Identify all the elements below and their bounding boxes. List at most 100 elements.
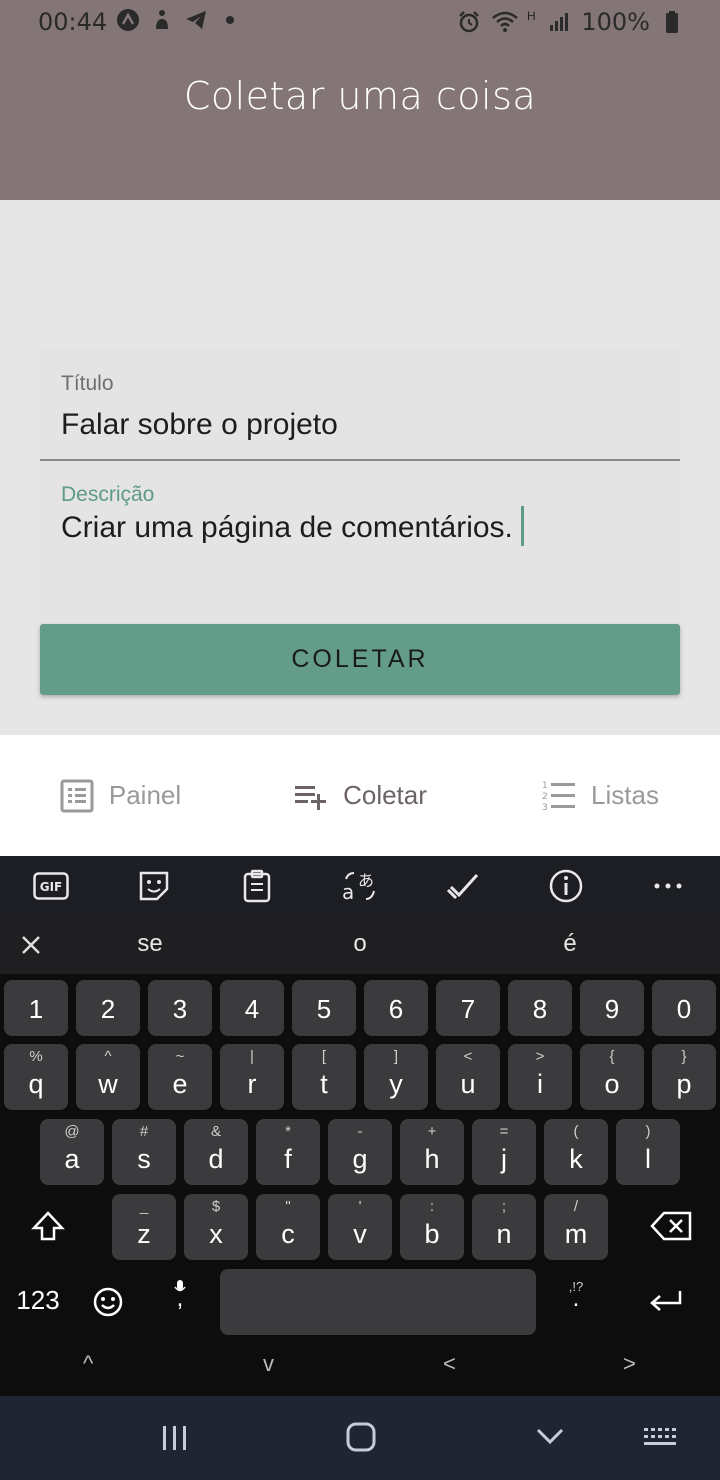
keyboard-switch-icon[interactable] <box>640 1418 684 1458</box>
key-o[interactable]: {o <box>580 1044 644 1110</box>
key-3[interactable]: 3 <box>148 980 212 1036</box>
emoji-key[interactable] <box>76 1269 140 1335</box>
key-0-label: 0 <box>676 994 692 1024</box>
description-field-value[interactable]: Criar uma página de comentários. <box>61 506 524 549</box>
key-7[interactable]: 7 <box>436 980 500 1036</box>
space-key[interactable] <box>220 1269 536 1335</box>
cursor-right-key[interactable]: > <box>623 1351 636 1377</box>
key-9[interactable]: 9 <box>580 980 644 1036</box>
key-m[interactable]: / m <box>544 1194 608 1260</box>
key-q[interactable]: % q <box>4 1044 68 1110</box>
cursor-left-key[interactable]: < <box>443 1351 456 1377</box>
key-b[interactable]: :b <box>400 1194 464 1260</box>
nav-item-listas[interactable]: 1 2 3 Listas <box>480 735 720 856</box>
suggestion-1[interactable]: se <box>90 930 210 958</box>
coletar-button[interactable]: COLETAR <box>40 624 680 695</box>
app-a-icon <box>116 8 140 32</box>
key-l[interactable]: ) l <box>616 1119 680 1185</box>
key-d-label: d <box>208 1144 224 1174</box>
key-k[interactable]: (k <box>544 1119 608 1185</box>
key-t[interactable]: [t <box>292 1044 356 1110</box>
info-icon[interactable] <box>546 866 586 906</box>
key-n-label: n <box>496 1219 512 1249</box>
key-y[interactable]: ] y <box>364 1044 428 1110</box>
key-h[interactable]: + h <box>400 1119 464 1185</box>
key-5-label: 5 <box>316 994 332 1024</box>
key-p[interactable]: } p <box>652 1044 716 1110</box>
key-m-alt-label: / <box>573 1198 579 1215</box>
key-4[interactable]: 4 <box>220 980 284 1036</box>
text-caret <box>520 506 524 546</box>
battery-icon <box>660 10 684 34</box>
suggestion-3[interactable]: é <box>510 930 630 958</box>
key-g-label: g <box>352 1144 368 1174</box>
soft-keyboard: GIF aあ se o é 1 2 3 4 5 6 7 8 9 0% q ^ w ~ e | r[t] y < u > i… <box>0 856 720 1396</box>
key-u[interactable]: < u <box>436 1044 500 1110</box>
key-v[interactable]: ' v <box>328 1194 392 1260</box>
key-e-alt-label: ~ <box>175 1048 185 1065</box>
key-1[interactable]: 1 <box>4 980 68 1036</box>
key-n[interactable]: ; n <box>472 1194 536 1260</box>
key-x-label: x <box>209 1219 223 1249</box>
clipboard-icon[interactable] <box>237 866 277 906</box>
title-field-label: Título <box>61 372 114 395</box>
dot-icon <box>218 8 242 32</box>
more-icon[interactable] <box>648 866 688 906</box>
key-e[interactable]: ~ e <box>148 1044 212 1110</box>
title-field-value[interactable]: Falar sobre o projeto <box>61 408 338 442</box>
key-v-label: v <box>353 1219 367 1249</box>
edit-icon[interactable] <box>443 866 483 906</box>
key-0[interactable]: 0 <box>652 980 716 1036</box>
key-j-alt-label: = <box>499 1123 509 1140</box>
comma-key[interactable]: , <box>148 1269 212 1335</box>
backspace-key[interactable] <box>628 1194 716 1260</box>
key-i[interactable]: > i <box>508 1044 572 1110</box>
key-x[interactable]: $ x <box>184 1194 248 1260</box>
key-z[interactable]: _ z <box>112 1194 176 1260</box>
home-icon[interactable] <box>339 1418 383 1458</box>
mode-123-key[interactable]: 123 <box>4 1269 72 1335</box>
collapse-suggestions-icon[interactable] <box>18 932 44 958</box>
translate-icon[interactable]: aあ <box>340 866 380 906</box>
nav-label-listas: Listas <box>591 780 659 810</box>
key-j[interactable]: = j <box>472 1119 536 1185</box>
app-header: 00:44 H 100% Coletar uma coisa <box>0 0 720 200</box>
recent-apps-icon[interactable] <box>153 1418 197 1458</box>
enter-key[interactable] <box>616 1269 716 1335</box>
period-key[interactable]: ,!?. <box>544 1269 608 1335</box>
key-w[interactable]: ^ w <box>76 1044 140 1110</box>
key-i-alt-label: > <box>535 1048 545 1065</box>
key-3-label: 3 <box>172 994 188 1024</box>
key-6[interactable]: 6 <box>364 980 428 1036</box>
key-7-label: 7 <box>460 994 476 1024</box>
key-d[interactable]: & d <box>184 1119 248 1185</box>
suggestion-2[interactable]: o <box>300 930 420 958</box>
nav-item-painel[interactable]: Painel <box>0 735 240 856</box>
key-b-alt-label: : <box>429 1198 435 1215</box>
description-field[interactable]: Descrição Criar uma página de comentário… <box>40 461 680 625</box>
key-s[interactable]: # s <box>112 1119 176 1185</box>
key-y-label: y <box>389 1069 403 1099</box>
cursor-down-key[interactable]: v <box>263 1351 274 1377</box>
key-r[interactable]: | r <box>220 1044 284 1110</box>
key-2[interactable]: 2 <box>76 980 140 1036</box>
nav-item-coletar[interactable]: Coletar <box>240 735 480 856</box>
svg-text:a: a <box>342 880 354 903</box>
cursor-up-key[interactable]: ^ <box>83 1351 93 1377</box>
sticker-icon[interactable] <box>134 866 174 906</box>
key-5[interactable]: 5 <box>292 980 356 1036</box>
key-8[interactable]: 8 <box>508 980 572 1036</box>
key-f-label: f <box>284 1144 292 1174</box>
shift-icon <box>31 1211 65 1241</box>
key-u-label: u <box>460 1069 476 1099</box>
title-field[interactable]: Título Falar sobre o projeto <box>40 348 680 461</box>
key-f[interactable]: * f <box>256 1119 320 1185</box>
alarm-icon <box>457 10 481 34</box>
key-a[interactable]: @ a <box>40 1119 104 1185</box>
hide-keyboard-icon[interactable] <box>528 1418 572 1458</box>
key-g[interactable]: -g <box>328 1119 392 1185</box>
key-c[interactable]: " c <box>256 1194 320 1260</box>
gif-icon[interactable]: GIF <box>31 866 71 906</box>
shift-key[interactable] <box>4 1194 92 1260</box>
status-right-icons: H 100% <box>457 8 684 36</box>
